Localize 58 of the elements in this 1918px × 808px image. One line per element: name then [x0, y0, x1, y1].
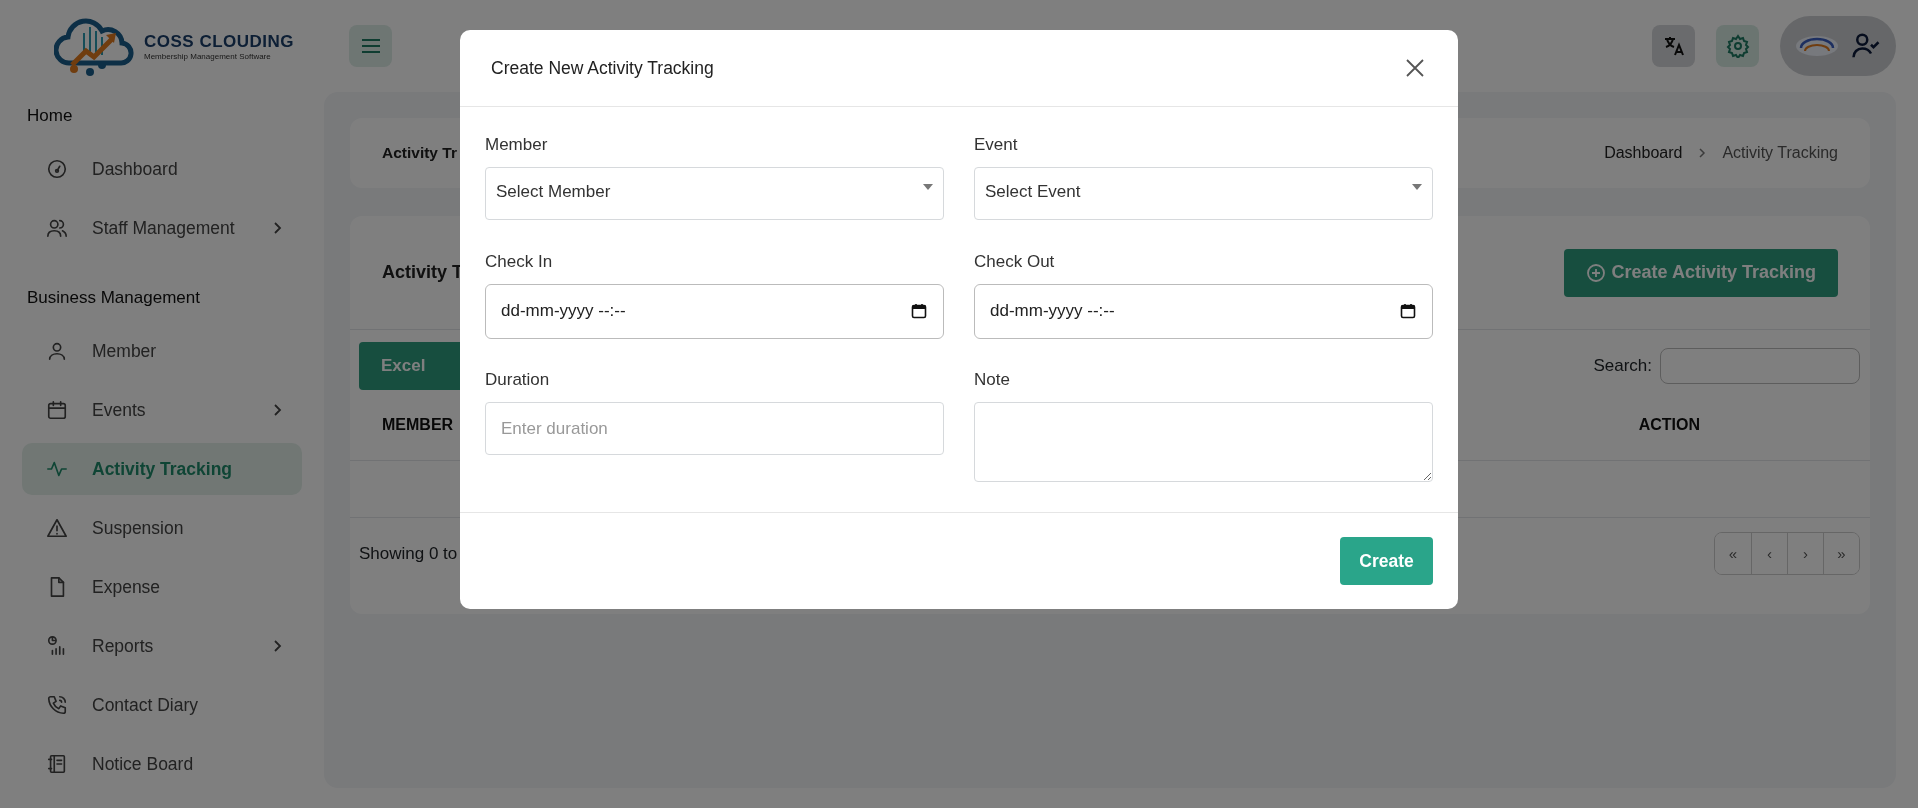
sidebar-item[interactable]: Dashboard	[22, 143, 302, 195]
calendar-icon	[911, 303, 927, 320]
section-heading: Business Management	[26, 287, 201, 309]
field-label: Note	[974, 370, 1011, 391]
select-field[interactable]: Select Event	[974, 167, 1433, 220]
sidebar-item[interactable]: Suspension	[22, 502, 302, 554]
page-title: Activity Tr	[382, 144, 457, 162]
caret-down-icon	[1412, 184, 1422, 190]
calendar-icon	[1400, 303, 1416, 320]
column-header: ACTION	[1638, 416, 1700, 434]
brand-name: COSS CLOUDING	[144, 31, 295, 52]
sidebar-item[interactable]: Contact Diary	[22, 679, 302, 731]
sidebar-item[interactable]: Activity Tracking	[22, 443, 302, 495]
menu-button[interactable]	[349, 25, 392, 67]
sidebar-item[interactable]: Events	[22, 384, 302, 436]
caret-down-icon	[923, 184, 933, 190]
modal-title: Create New Activity Tracking	[491, 57, 714, 79]
translate-button[interactable]	[1652, 25, 1695, 67]
datetime-field[interactable]: dd-mm-yyyy --:--	[974, 283, 1433, 339]
create-button[interactable]: Create Activity Tracking	[1563, 248, 1838, 297]
warning-icon	[46, 517, 68, 539]
avatar-logo-icon	[1795, 35, 1839, 57]
breadcrumb-current: Activity Tracking	[1722, 144, 1838, 162]
column-header: MEMBER	[382, 416, 454, 434]
sidebar-item[interactable]: Expense	[22, 561, 302, 613]
user-icon	[46, 340, 68, 362]
calendar-icon	[46, 399, 68, 421]
field-label: Event	[974, 135, 1019, 155]
users-icon	[46, 217, 68, 239]
notebook-icon	[46, 753, 68, 775]
close-button[interactable]	[1404, 57, 1426, 79]
settings-button[interactable]	[1716, 25, 1759, 67]
phone-icon	[46, 694, 68, 716]
select-field[interactable]: Select Member	[485, 167, 944, 220]
section-heading: Home	[26, 105, 74, 127]
brand-tagline: Membership Management Software	[144, 51, 272, 61]
field-label: Check In	[485, 251, 554, 272]
datetime-field[interactable]: dd-mm-yyyy --:--	[485, 283, 944, 339]
note-field[interactable]	[974, 402, 1433, 483]
field-label: Member	[485, 135, 549, 155]
page-button[interactable]: »	[1823, 533, 1859, 574]
plus-circle-icon	[1585, 262, 1606, 283]
field-label: Duration	[485, 370, 551, 391]
sidebar-item[interactable]: Staff Management	[22, 202, 302, 254]
sidebar-item[interactable]: Notice Board	[22, 738, 302, 790]
breadcrumb-link[interactable]: Dashboard	[1604, 144, 1683, 162]
chevron-right-icon	[1698, 147, 1707, 159]
duration-field[interactable]: Enter duration	[485, 402, 944, 456]
create-submit-button[interactable]: Create	[1340, 537, 1433, 585]
table-info: Showing 0 to	[359, 543, 458, 564]
sidebar-item[interactable]: Member	[22, 325, 302, 377]
sidebar-item[interactable]: Reports	[22, 620, 302, 672]
search-field[interactable]	[1660, 348, 1860, 384]
search-label: Search:	[1593, 356, 1652, 376]
gauge-icon	[46, 158, 68, 180]
field-label: Check Out	[974, 251, 1056, 272]
menu-icon	[359, 37, 382, 55]
settings-icon	[1725, 34, 1750, 58]
